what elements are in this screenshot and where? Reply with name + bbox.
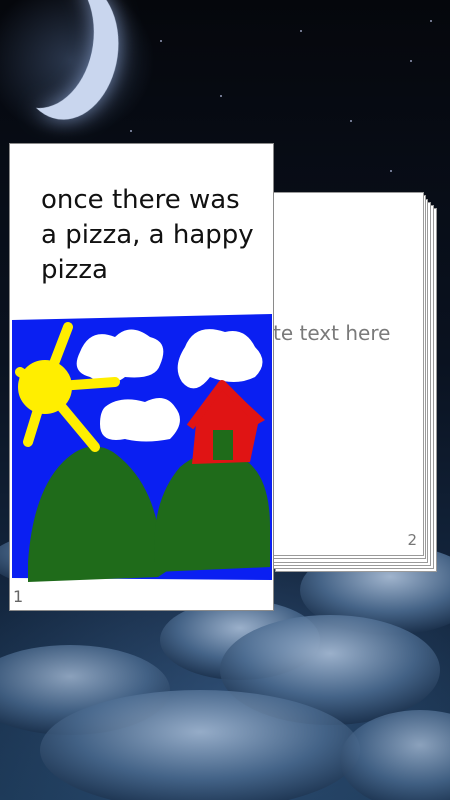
- page-story-text[interactable]: once there was a pizza, a happy pizza: [41, 183, 256, 288]
- page-number: 1: [13, 587, 24, 606]
- page-drawing[interactable]: [10, 312, 273, 582]
- page-text-placeholder[interactable]: te text here: [273, 321, 390, 345]
- book-page-1[interactable]: once there was a pizza, a happy pizza 1: [9, 143, 274, 611]
- book-page-2[interactable]: te text here 2: [262, 192, 424, 556]
- page-number: 2: [407, 531, 417, 549]
